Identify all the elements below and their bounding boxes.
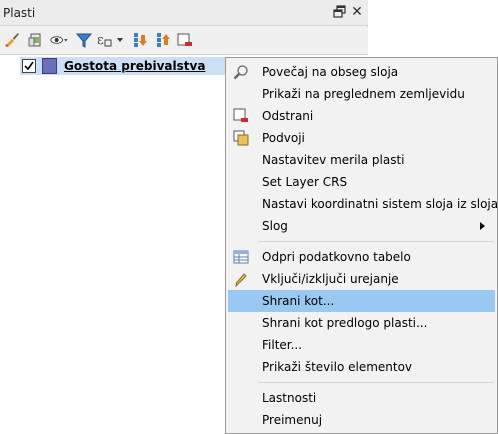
remove-layer-icon[interactable]: [175, 30, 195, 50]
menu-item-set-layer-crs[interactable]: Set Layer CRS: [228, 171, 495, 193]
menu-separator: [258, 241, 494, 242]
svg-text:ε: ε: [97, 33, 104, 48]
expression-filter-icon[interactable]: ε: [96, 30, 126, 50]
pencil-icon: [233, 271, 249, 288]
layer-visibility-checkbox[interactable]: [22, 59, 36, 73]
panel-toolbar: ε: [0, 27, 368, 54]
menu-item-toggle-editing[interactable]: Vključi/izključi urejanje: [228, 268, 495, 290]
visibility-eye-icon[interactable]: [50, 30, 70, 50]
float-icon[interactable]: [333, 5, 347, 19]
collapse-all-icon[interactable]: [153, 30, 173, 50]
menu-item-save-as-layer-definition[interactable]: Shrani kot predlogo plasti...: [228, 312, 495, 334]
menu-separator: [258, 382, 494, 383]
menu-item-remove[interactable]: Odstrani: [228, 105, 495, 127]
layer-name: Gostota prebivalstva: [64, 59, 206, 73]
remove-icon: [233, 108, 249, 124]
close-icon[interactable]: ✕: [350, 5, 364, 19]
add-group-icon[interactable]: [26, 30, 46, 50]
menu-item-zoom-to-layer[interactable]: Povečaj na obseg sloja: [228, 61, 495, 83]
menu-item-filter[interactable]: Filter...: [228, 334, 495, 356]
filter-legend-icon[interactable]: [74, 30, 94, 50]
menu-item-set-project-crs-from-layer[interactable]: Nastavi koordinatni sistem sloja iz sloj…: [228, 193, 498, 215]
menu-item-save-as[interactable]: Shrani kot...: [228, 290, 495, 312]
menu-item-open-attribute-table[interactable]: Odpri podatkovno tabelo: [228, 246, 495, 268]
panel-title: Plasti: [3, 6, 36, 20]
layer-context-menu: Povečaj na obseg sloja Prikaži na pregle…: [225, 57, 498, 434]
menu-item-show-feature-count[interactable]: Prikaži število elementov: [228, 356, 495, 378]
menu-item-rename[interactable]: Preimenuj: [228, 409, 495, 431]
panel-titlebar: Plasti ✕: [0, 0, 368, 26]
expand-all-icon[interactable]: [130, 30, 150, 50]
menu-item-scale-visibility[interactable]: Nastavitev merila plasti: [228, 149, 495, 171]
polygon-layer-icon: [42, 58, 57, 74]
table-icon: [233, 249, 249, 265]
menu-item-properties[interactable]: Lastnosti: [228, 387, 495, 409]
style-brush-icon[interactable]: [2, 30, 22, 50]
menu-item-style[interactable]: Slog: [228, 215, 495, 237]
menu-item-show-in-overview[interactable]: Prikaži na preglednem zemljevidu: [228, 83, 495, 105]
menu-item-duplicate[interactable]: Podvoji: [228, 127, 495, 149]
submenu-arrow-icon: [480, 222, 485, 230]
zoom-icon: [233, 64, 249, 80]
duplicate-icon: [233, 130, 249, 146]
